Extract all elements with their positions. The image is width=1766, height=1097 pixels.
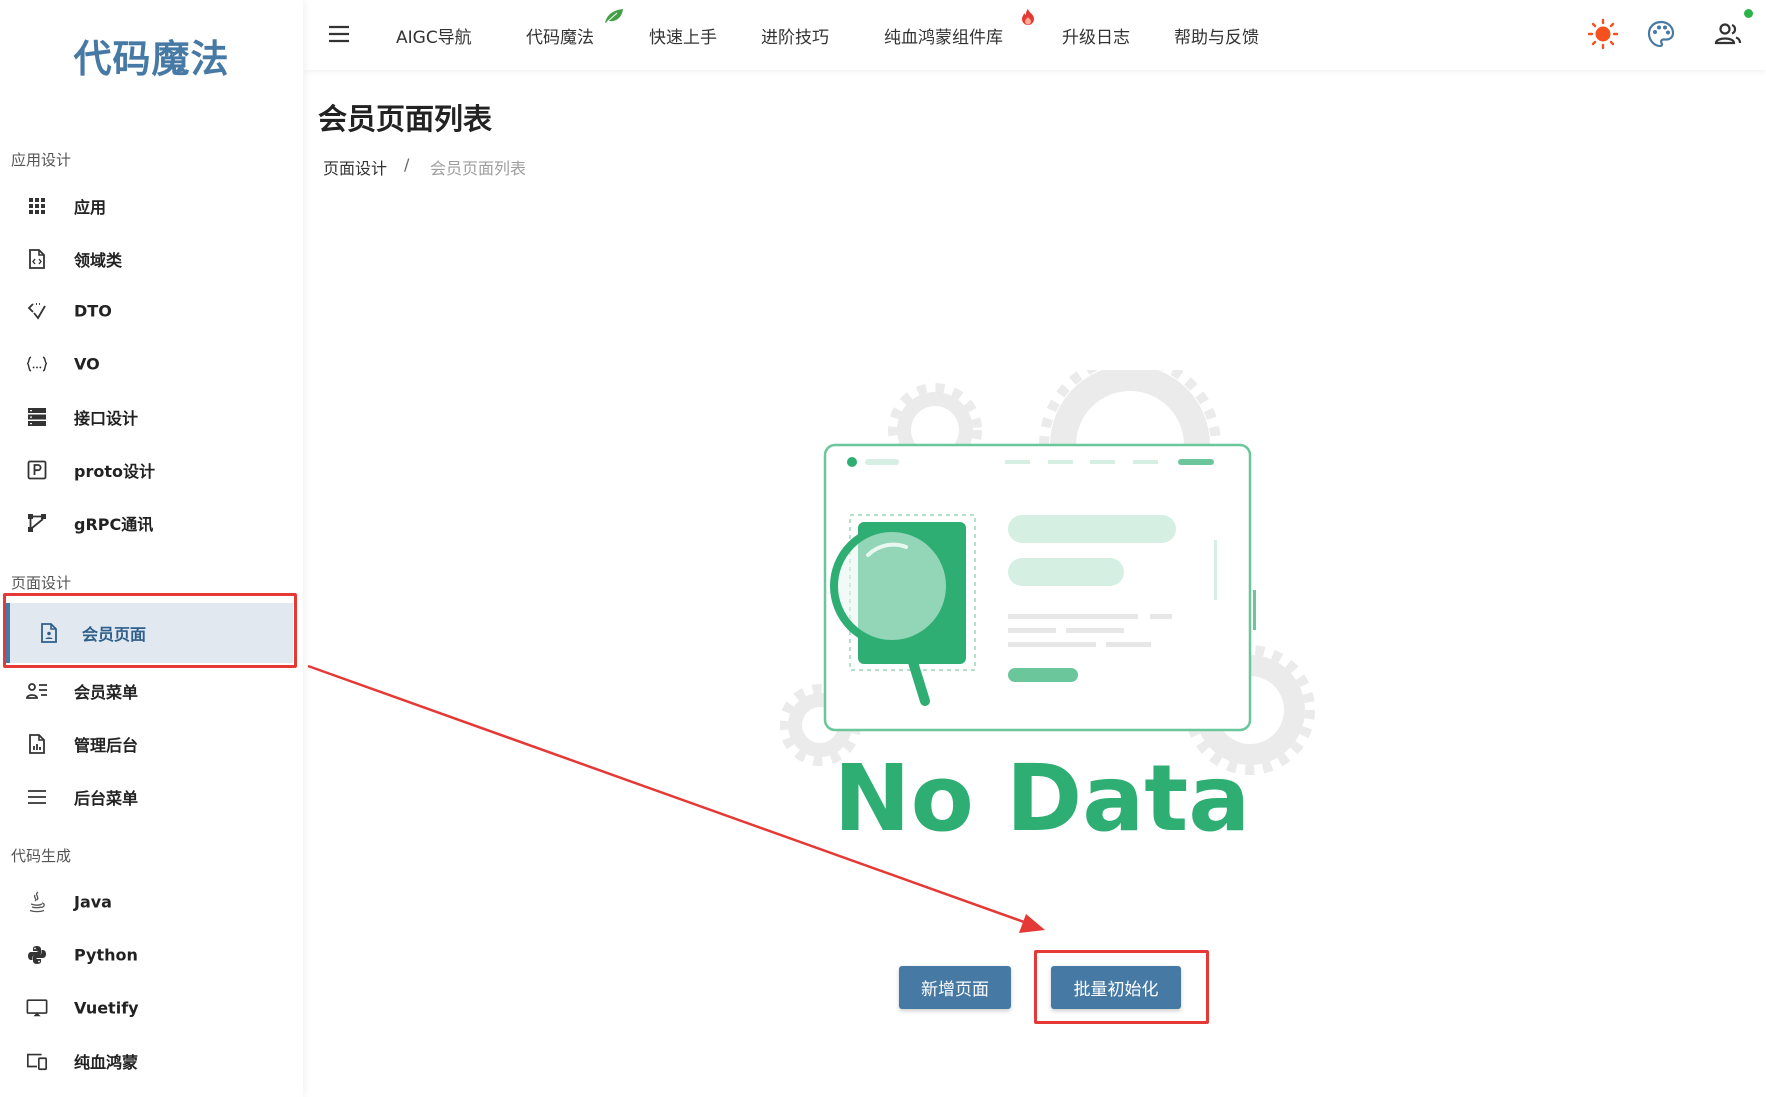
sun-icon[interactable] (1587, 18, 1619, 50)
p-box-icon (26, 459, 48, 481)
fire-icon (1021, 8, 1035, 25)
nav-help-feedback[interactable]: 帮助与反馈 (1174, 0, 1259, 70)
menu-icon[interactable] (327, 22, 351, 46)
sidebar: 代码魔法 应用设计 应用 领域类 DTO VO 接口设计 proto设计 gRP… (0, 0, 303, 1097)
palette-icon[interactable] (1645, 18, 1677, 50)
code-arrows-icon (26, 300, 48, 322)
chart-file-icon (26, 733, 48, 755)
nav-code-magic[interactable]: 代码魔法 (526, 0, 594, 70)
account-file-icon (38, 622, 60, 644)
batch-init-button[interactable]: 批量初始化 (1051, 966, 1181, 1009)
sidebar-item-label: 会员菜单 (74, 683, 139, 702)
java-icon (26, 891, 48, 913)
new-page-button[interactable]: 新增页面 (899, 966, 1011, 1009)
leaf-icon (604, 8, 624, 24)
grid-icon (26, 195, 48, 217)
nav-quick-start[interactable]: 快速上手 (649, 0, 717, 70)
section-title-app-design: 应用设计 (11, 151, 72, 169)
sidebar-item-java[interactable]: Java (0, 876, 295, 928)
sidebar-item-dto[interactable]: DTO (0, 285, 295, 337)
sidebar-item-label: 领域类 (74, 251, 123, 270)
breadcrumb-page-design[interactable]: 页面设计 (323, 155, 387, 179)
branch-icon (26, 512, 48, 534)
sidebar-item-label: 会员页面 (82, 625, 147, 644)
python-icon (26, 944, 48, 966)
monitor-icon (26, 997, 48, 1019)
sidebar-item-label: 接口设计 (74, 409, 139, 428)
nav-changelog[interactable]: 升级日志 (1062, 0, 1130, 70)
account-list-icon (26, 680, 48, 702)
breadcrumb-separator: / (404, 155, 410, 174)
sidebar-item-api-design[interactable]: 接口设计 (0, 391, 295, 443)
section-title-page-design: 页面设计 (11, 574, 72, 592)
braces-icon (26, 353, 48, 375)
breadcrumb-current: 会员页面列表 (430, 159, 527, 178)
sidebar-item-label: Python (74, 945, 138, 965)
sidebar-item-harmony[interactable]: 纯血鸿蒙 (0, 1035, 295, 1087)
sidebar-item-vo[interactable]: VO (0, 338, 295, 390)
sidebar-item-label: 后台菜单 (74, 789, 139, 808)
sidebar-item-grpc[interactable]: gRPC通讯 (0, 497, 295, 549)
sidebar-item-label: 应用 (74, 198, 107, 217)
sidebar-item-proto-design[interactable]: proto设计 (0, 444, 295, 496)
sidebar-item-domain-class[interactable]: 领域类 (0, 233, 295, 285)
server-icon (26, 406, 48, 428)
nav-harmony-components[interactable]: 纯血鸿蒙组件库 (884, 0, 1003, 70)
page-title: 会员页面列表 (318, 102, 493, 136)
nav-advanced-tips[interactable]: 进阶技巧 (761, 0, 829, 70)
users-icon[interactable] (1712, 18, 1744, 50)
sidebar-item-label: Vuetify (74, 998, 139, 1018)
sidebar-item-member-menu[interactable]: 会员菜单 (0, 665, 295, 717)
sidebar-item-label: VO (74, 354, 100, 374)
sidebar-item-label: proto设计 (74, 462, 155, 481)
sidebar-item-admin-menu[interactable]: 后台菜单 (0, 771, 295, 823)
sidebar-item-label: Java (74, 892, 112, 912)
sidebar-item-app[interactable]: 应用 (0, 180, 295, 232)
sidebar-item-label: DTO (74, 301, 112, 321)
section-title-code-gen: 代码生成 (11, 847, 72, 865)
devices-icon (26, 1050, 48, 1072)
annotation-arrow (307, 664, 1045, 933)
sidebar-item-vuetify[interactable]: Vuetify (0, 982, 295, 1034)
menu-lines-icon (26, 786, 48, 808)
code-file-icon (26, 248, 48, 270)
sidebar-item-label: 管理后台 (74, 736, 139, 755)
nav-aigc[interactable]: AIGC导航 (396, 0, 472, 70)
sidebar-item-label: gRPC通讯 (74, 515, 154, 534)
sidebar-item-label: 纯血鸿蒙 (74, 1053, 139, 1072)
brand-logo[interactable]: 代码魔法 (0, 28, 303, 83)
sidebar-item-member-page[interactable]: 会员页面 (6, 603, 293, 663)
sidebar-item-admin[interactable]: 管理后台 (0, 718, 295, 770)
top-bar: AIGC导航 代码魔法 快速上手 进阶技巧 纯血鸿蒙组件库 升级日志 帮助与反馈 (303, 0, 1766, 70)
online-status-dot (1744, 9, 1753, 18)
sidebar-item-python[interactable]: Python (0, 929, 295, 981)
